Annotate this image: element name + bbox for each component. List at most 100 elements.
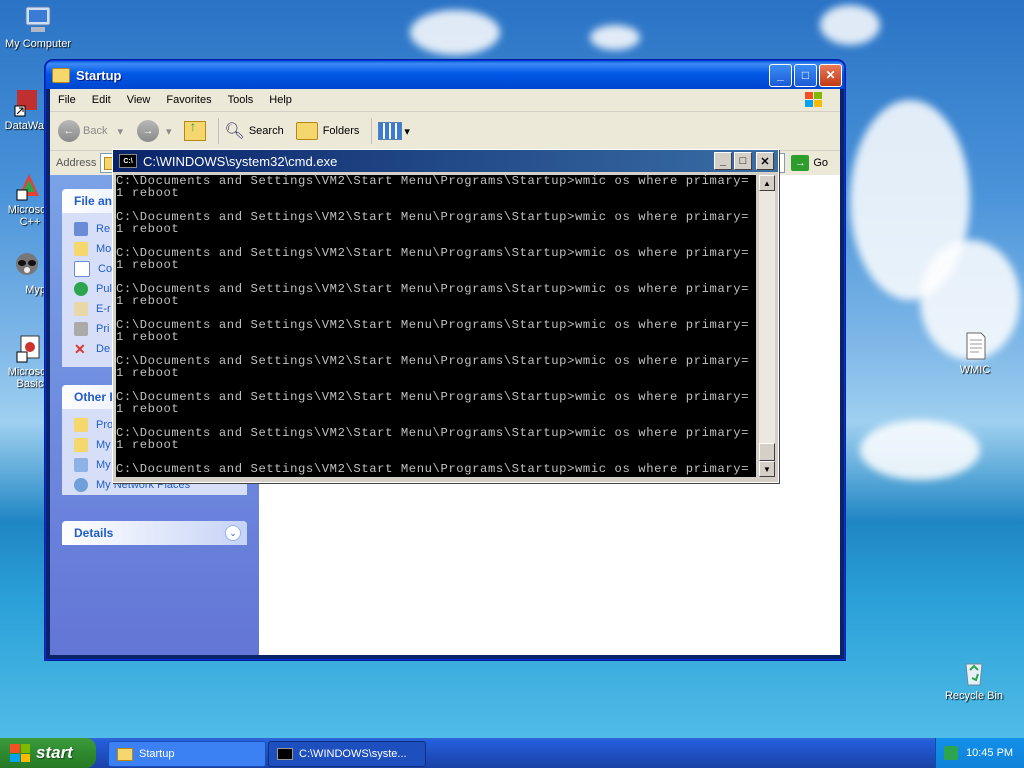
dropdown-arrow-icon: ▾ [404, 125, 410, 138]
task-label: E-r [96, 303, 111, 315]
task-label: Co [98, 263, 113, 275]
console-line: 1 reboot [116, 330, 180, 344]
chevron-down-icon[interactable]: ⌄ [225, 525, 241, 541]
recycle-bin-icon [958, 656, 990, 688]
console-line: 1 reboot [116, 366, 180, 380]
menu-tools[interactable]: Tools [220, 94, 262, 106]
maximize-button[interactable]: □ [734, 152, 752, 170]
up-folder-icon: ↑ [183, 118, 206, 141]
console-line: C:\Documents and Settings\VM2\Start Menu… [116, 462, 750, 476]
clock[interactable]: 10:45 PM [966, 747, 1013, 759]
menu-view[interactable]: View [119, 94, 159, 106]
console-line: C:\Documents and Settings\VM2\Start Menu… [116, 390, 750, 404]
minimize-button[interactable]: _ [714, 152, 732, 170]
menu-help[interactable]: Help [261, 94, 300, 106]
panel-title: Details [74, 526, 114, 540]
folders-label: Folders [322, 125, 360, 137]
views-icon [378, 122, 403, 140]
console-line: C:\Documents and Settings\VM2\Start Menu… [116, 246, 750, 260]
copy-icon [74, 261, 90, 277]
console-line: C:\Documents and Settings\VM2\Start Menu… [116, 175, 750, 188]
task-label: Mo [96, 243, 112, 255]
console-line: C:\Documents and Settings\VM2\Start Menu… [116, 318, 750, 332]
start-label: start [36, 743, 73, 762]
console-line: 1 reboot [116, 294, 180, 308]
views-button[interactable]: ▾ [378, 122, 410, 140]
console-output[interactable]: C:\Documents and Settings\VM2\Start Menu… [116, 175, 756, 477]
my-computer-icon [22, 4, 54, 36]
menu-file[interactable]: File [50, 94, 84, 106]
my-computer-icon [74, 458, 88, 472]
windows-flag-icon [10, 744, 30, 762]
toolbar-separator [217, 118, 219, 144]
close-button[interactable]: ✕ [756, 152, 774, 170]
shortcut-app-icon [11, 86, 43, 118]
search-icon: 🔍︎ [224, 123, 245, 140]
rename-icon [74, 222, 88, 236]
maximize-button[interactable]: □ [794, 63, 817, 87]
search-button[interactable]: 🔍︎ Search [221, 121, 284, 141]
desktop-icon-wmic[interactable]: WMIC [938, 330, 1012, 376]
network-tray-icon[interactable] [944, 746, 958, 760]
raccoon-app-icon [11, 250, 43, 282]
start-button[interactable]: start [0, 738, 96, 768]
explorer-titlebar[interactable]: Startup _ □ ✕ [46, 61, 844, 89]
task-label: De [96, 343, 111, 355]
scroll-up-arrow-icon[interactable]: ▲ [759, 175, 775, 191]
back-arrow-icon: ← [58, 120, 80, 142]
email-icon [74, 302, 88, 316]
taskbar: start Startup C:\WINDOWS\syste... 10:45 … [0, 738, 1024, 768]
back-button[interactable]: ← Back ▾ [50, 120, 123, 142]
desktop-icon-recycle-bin[interactable]: Recycle Bin [937, 656, 1011, 702]
up-folder-button[interactable]: ↑ [178, 118, 210, 141]
text-file-icon [959, 330, 991, 362]
vertical-scrollbar[interactable]: ▲ ▼ [759, 175, 775, 477]
console-icon [277, 748, 293, 760]
search-label: Search [248, 125, 284, 137]
toolbar-separator [371, 118, 373, 144]
console-line: 1 reboot [116, 186, 180, 200]
folders-button[interactable]: Folders [290, 122, 360, 140]
scroll-thumb[interactable] [759, 443, 775, 461]
console-line: C:\Documents and Settings\VM2\Start Menu… [116, 210, 750, 224]
forward-arrow-icon: → [137, 120, 159, 142]
dropdown-arrow-icon: ▾ [117, 125, 123, 138]
details-panel: Details ⌄ [62, 521, 247, 545]
place-label: Pro [96, 419, 114, 431]
cmd-titlebar[interactable]: C:\ C:\WINDOWS\system32\cmd.exe _ □ ✕ [113, 150, 778, 172]
console-line: 1 reboot [116, 258, 180, 272]
minimize-button[interactable]: _ [769, 63, 792, 87]
back-label: Back [83, 125, 108, 137]
toolbar: ← Back ▾ → ▾ ↑ 🔍︎ Search Folders ▾ [50, 112, 840, 151]
window-title: Startup [76, 67, 122, 83]
desktop-icon-my-computer[interactable]: My Computer [1, 4, 75, 50]
panel-header[interactable]: Details [62, 521, 247, 545]
cmd-window[interactable]: C:\ C:\WINDOWS\system32\cmd.exe _ □ ✕ C:… [112, 149, 779, 483]
taskbar-item-startup[interactable]: Startup [108, 741, 266, 767]
menu-favorites[interactable]: Favorites [158, 94, 219, 106]
console-line: 1 reboot [116, 402, 180, 416]
task-label: Re [96, 223, 111, 235]
programs-folder-icon [74, 418, 88, 432]
panel-title: Other I [74, 390, 113, 404]
folder-icon [117, 747, 133, 761]
console-line: 1 reboot [116, 222, 180, 236]
move-icon [74, 242, 88, 256]
delete-icon: ✕ [74, 341, 86, 357]
menu-edit[interactable]: Edit [84, 94, 119, 106]
task-label: Pri [96, 323, 110, 335]
forward-button[interactable]: → ▾ [129, 120, 172, 142]
console-icon: C:\ [119, 154, 137, 168]
print-icon [74, 322, 88, 336]
console-line: C:\Documents and Settings\VM2\Start Menu… [116, 426, 750, 440]
visual-cpp-icon [13, 170, 45, 202]
go-arrow-icon: → [791, 155, 810, 171]
close-button[interactable]: ✕ [819, 63, 842, 87]
taskbar-item-cmd[interactable]: C:\WINDOWS\syste... [268, 741, 426, 767]
place-label: My [96, 439, 111, 451]
console-line: C:\Documents and Settings\VM2\Start Menu… [116, 282, 750, 296]
scroll-down-arrow-icon[interactable]: ▼ [759, 461, 775, 477]
address-label: Address [56, 157, 97, 169]
system-tray: 10:45 PM [935, 738, 1024, 768]
go-button[interactable]: → Go [791, 155, 828, 171]
